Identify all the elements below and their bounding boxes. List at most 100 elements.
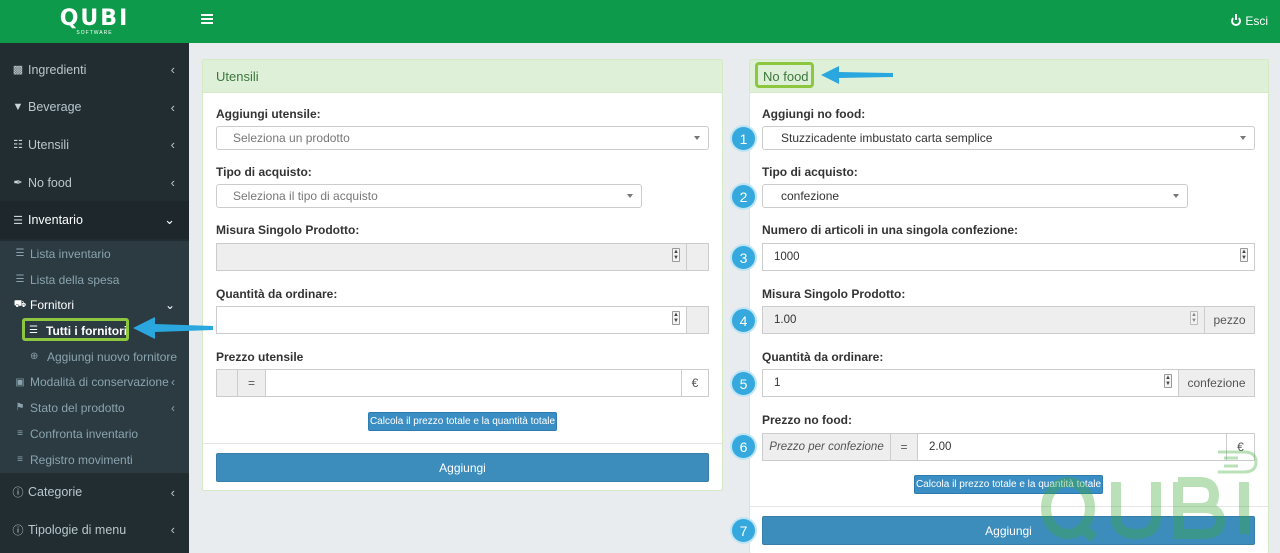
quantita-unit-addon	[686, 306, 709, 334]
list-icon: ☰	[15, 248, 25, 260]
select-placeholder: Seleziona il tipo di acquisto	[233, 189, 378, 203]
tipo-acquisto-label: Tipo di acquisto:	[762, 165, 858, 179]
tipo-acquisto-select[interactable]: confezione	[762, 184, 1188, 208]
qubi-watermark-logo	[1041, 450, 1258, 542]
select-placeholder: Seleziona un prodotto	[233, 131, 350, 145]
aggiungi-nofood-label: Aggiungi no food:	[762, 107, 866, 121]
sidebar-item-label: Confronta inventario	[30, 426, 139, 441]
logo-text: QUBI	[59, 5, 130, 31]
caret-down-icon	[627, 194, 633, 198]
list-icon: ☰	[13, 214, 23, 227]
equals-addon: =	[890, 433, 918, 461]
equals-addon: =	[237, 369, 266, 397]
power-icon	[1231, 14, 1242, 26]
sidebar-item-inventario[interactable]: ☰ Inventario ⌄	[0, 201, 189, 239]
articoli-input[interactable]: 1000 ▲ ▼	[762, 243, 1255, 271]
quantita-label: Quantità da ordinare:	[216, 287, 338, 301]
step-badge-3: 3	[730, 244, 757, 271]
tipo-acquisto-select[interactable]: Seleziona il tipo di acquisto	[216, 184, 642, 208]
euro-addon: €	[681, 369, 709, 397]
sidebar-item-label: No food	[28, 175, 72, 190]
hamburger-menu-icon[interactable]	[201, 14, 213, 26]
sidebar-item-label: Categorie	[28, 485, 83, 500]
callout-arrow-icon	[821, 66, 893, 84]
chevron-down-icon: ⌄	[164, 298, 175, 313]
sidebar-item-lista-spesa[interactable]: ☰ Lista della spesa	[0, 267, 189, 293]
sidebar-item-confronta-inventario[interactable]: ≡ Confronta inventario	[0, 421, 189, 447]
select-value: confezione	[781, 189, 840, 203]
quantita-input[interactable]: ▲ ▼	[216, 306, 687, 334]
step-badge-5: 5	[730, 370, 757, 397]
logout-button[interactable]: Esci	[1231, 14, 1268, 28]
highlight-box-nofood-title	[755, 62, 814, 88]
info-icon: ⓘ	[12, 487, 24, 500]
prezzo-utensile-label: Prezzo utensile	[216, 350, 304, 364]
sidebar-item-label: Beverage	[28, 100, 82, 115]
list-ol-icon: ☰	[15, 274, 25, 285]
caret-down-icon	[694, 136, 700, 140]
flag-icon: ⚑	[15, 402, 25, 414]
chevron-left-icon: ‹	[170, 62, 175, 78]
sidebar-item-label: Registro movimenti	[30, 452, 133, 467]
cube-icon: ▣	[15, 376, 25, 388]
aggiungi-utensile-label: Aggiungi utensile:	[216, 107, 321, 121]
misura-label: Misura Singolo Prodotto:	[762, 287, 906, 301]
truck-icon: ⛟	[13, 298, 27, 310]
utensile-select[interactable]: Seleziona un prodotto	[216, 126, 709, 150]
caret-down-icon	[1240, 136, 1246, 140]
calcola-button[interactable]: Calcola il prezzo totale e la quantità t…	[368, 412, 557, 431]
step-badge-1: 1	[730, 125, 757, 152]
sidebar-item-categorie[interactable]: ⓘ Categorie ‹	[0, 473, 189, 511]
step-badge-4: 4	[730, 307, 757, 334]
info-icon: ⓘ	[12, 524, 24, 537]
chevron-left-icon: ‹	[170, 137, 175, 153]
callout-arrow-icon	[133, 317, 213, 339]
top-navbar: Esci	[189, 0, 1280, 43]
qubi-logo[interactable]: QUBI SOFTWARE	[0, 0, 189, 43]
input-value: 1	[774, 377, 781, 389]
sitemap-icon: ▩	[12, 64, 24, 77]
sidebar-item-label: Fornitori	[30, 298, 75, 313]
spinner-icon[interactable]: ▲ ▼	[672, 311, 680, 325]
sidebar-item-label: Lista della spesa	[30, 272, 120, 287]
sidebar-item-ingredienti[interactable]: ▩ Ingredienti ‹	[0, 51, 189, 89]
sidebar-item-stato-prodotto[interactable]: ⚑ Stato del prodotto ‹	[0, 395, 189, 421]
chevron-left-icon: ‹	[170, 484, 175, 500]
bars-icon: ≡	[17, 454, 23, 466]
sidebar-item-aggiungi-fornitore[interactable]: ⊕ Aggiungi nuovo fornitore	[0, 344, 189, 370]
spinner-icon: ▲ ▼	[672, 248, 680, 262]
misura-label: Misura Singolo Prodotto:	[216, 223, 360, 237]
prezzo-per-addon: Prezzo per confezione	[762, 433, 891, 461]
sidebar-item-label: Ingredienti	[28, 62, 87, 77]
sidebar-item-registro-movimenti[interactable]: ≡ Registro movimenti	[0, 446, 189, 473]
quantita-input[interactable]: 1 ▲ ▼	[762, 369, 1179, 397]
sidebar-item-beverage[interactable]: ▼ Beverage ‹	[0, 89, 189, 127]
panel-title: Utensili	[203, 60, 722, 93]
spinner-icon[interactable]: ▲ ▼	[1164, 374, 1172, 388]
chevron-left-icon: ‹	[171, 375, 175, 390]
wrench-icon: ✒	[13, 177, 23, 190]
nofood-select[interactable]: Stuzzicadente imbustato carta semplice	[762, 126, 1255, 150]
input-value: 2.00	[929, 441, 952, 453]
misura-input: ▲ ▼	[216, 243, 687, 271]
sidebar-item-label: Modalità di conservazione	[30, 375, 169, 390]
divider	[203, 443, 722, 444]
sidebar-item-label: Inventario	[28, 213, 83, 228]
chevron-left-icon: ‹	[170, 175, 175, 191]
sidebar-item-utensili[interactable]: ☷ Utensili ‹	[0, 126, 189, 164]
sidebar-item-tipologie-menu[interactable]: ⓘ Tipologie di menu ‹	[0, 511, 189, 549]
sidebar-item-label: Stato del prodotto	[30, 400, 125, 415]
sidebar-item-lista-inventario[interactable]: ☰ Lista inventario	[0, 241, 189, 267]
select-value: Stuzzicadente imbustato carta semplice	[781, 131, 993, 145]
caret-down-icon	[1173, 194, 1179, 198]
chevron-left-icon: ‹	[170, 99, 175, 115]
sidebar-item-no-food[interactable]: ✒ No food ‹	[0, 164, 189, 202]
cutlery-icon: ☷	[13, 139, 23, 152]
spinner-icon: ▲ ▼	[1190, 311, 1198, 325]
aggiungi-button[interactable]: Aggiungi	[216, 453, 709, 482]
prezzo-utensile-input[interactable]	[265, 369, 682, 397]
sidebar-item-modalita-conservazione[interactable]: ▣ Modalità di conservazione ‹	[0, 369, 189, 395]
input-value: 1.00	[774, 314, 797, 326]
step-badge-6: 6	[730, 433, 757, 460]
spinner-icon[interactable]: ▲ ▼	[1240, 248, 1248, 262]
